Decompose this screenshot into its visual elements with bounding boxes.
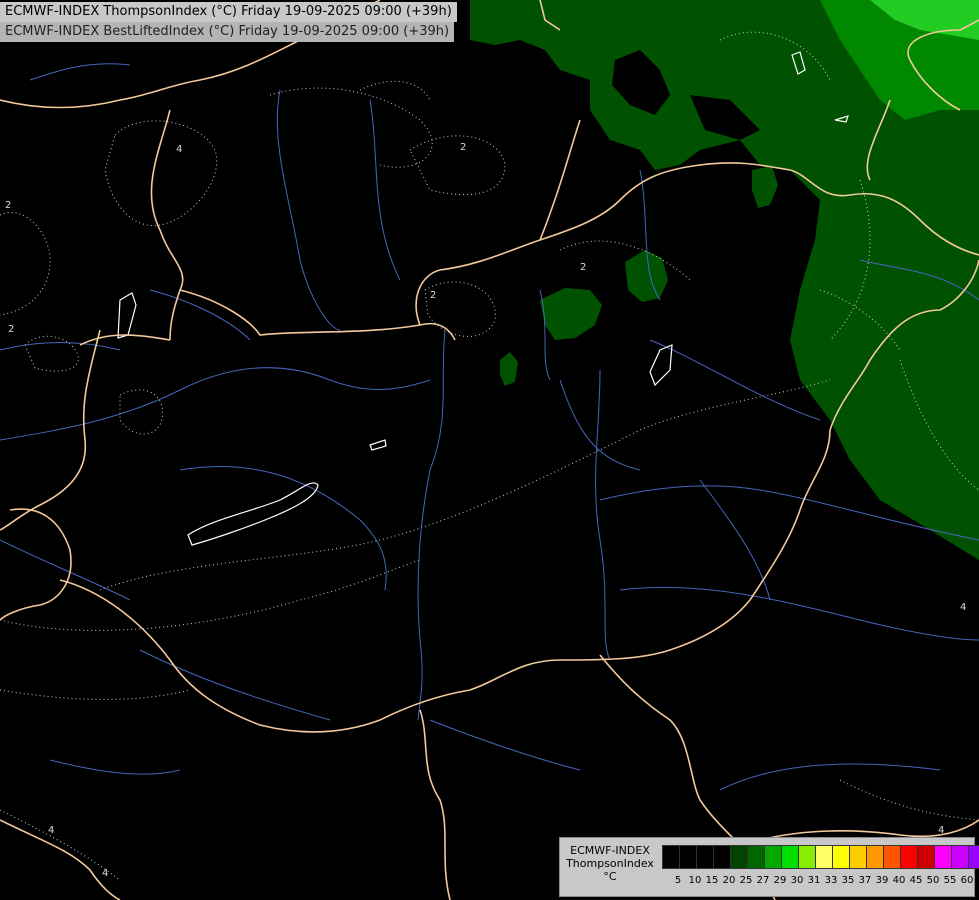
legend-swatch (765, 846, 782, 868)
svg-text:4: 4 (48, 825, 54, 836)
svg-text:4: 4 (938, 825, 944, 836)
legend-swatch (969, 846, 979, 868)
map-title-lifted-index: ECMWF-INDEX BestLiftedIndex (°C) Friday … (0, 22, 455, 42)
svg-text:4: 4 (960, 602, 966, 613)
legend-model: ECMWF-INDEX (570, 844, 650, 857)
legend-swatch (850, 846, 867, 868)
legend-swatch (680, 846, 697, 868)
svg-text:2: 2 (8, 324, 14, 335)
legend-swatch (901, 846, 918, 868)
legend-swatch (867, 846, 884, 868)
legend-color-bar (662, 845, 979, 869)
legend-unit: °C (603, 870, 617, 883)
legend-swatch (918, 846, 935, 868)
legend-swatch (748, 846, 765, 868)
legend-swatch (782, 846, 799, 868)
legend-label: ECMWF-INDEX ThompsonIndex °C (562, 844, 658, 883)
weather-map: 4 2 2 2 2 2 4 4 4 4 (0, 0, 979, 900)
color-legend: ECMWF-INDEX ThompsonIndex °C 5 10 15 20 25 27… (559, 837, 979, 897)
legend-swatch (799, 846, 816, 868)
legend-swatch (731, 846, 748, 868)
legend-swatch (952, 846, 969, 868)
svg-text:4: 4 (102, 868, 108, 879)
legend-swatch (884, 846, 901, 868)
legend-swatch (833, 846, 850, 868)
legend-tick-label: 60 (960, 875, 974, 886)
map-title-thompson: ECMWF-INDEX ThompsonIndex (°C) Friday 19… (0, 2, 457, 22)
legend-swatch (663, 846, 680, 868)
svg-text:2: 2 (580, 262, 586, 273)
svg-text:4: 4 (176, 144, 182, 155)
legend-swatch (697, 846, 714, 868)
legend-swatch (935, 846, 952, 868)
legend-parameter: ThompsonIndex (566, 857, 654, 870)
svg-text:2: 2 (460, 142, 466, 153)
svg-text:2: 2 (430, 290, 436, 301)
svg-text:2: 2 (5, 200, 11, 211)
legend-swatch (714, 846, 731, 868)
legend-swatch (816, 846, 833, 868)
